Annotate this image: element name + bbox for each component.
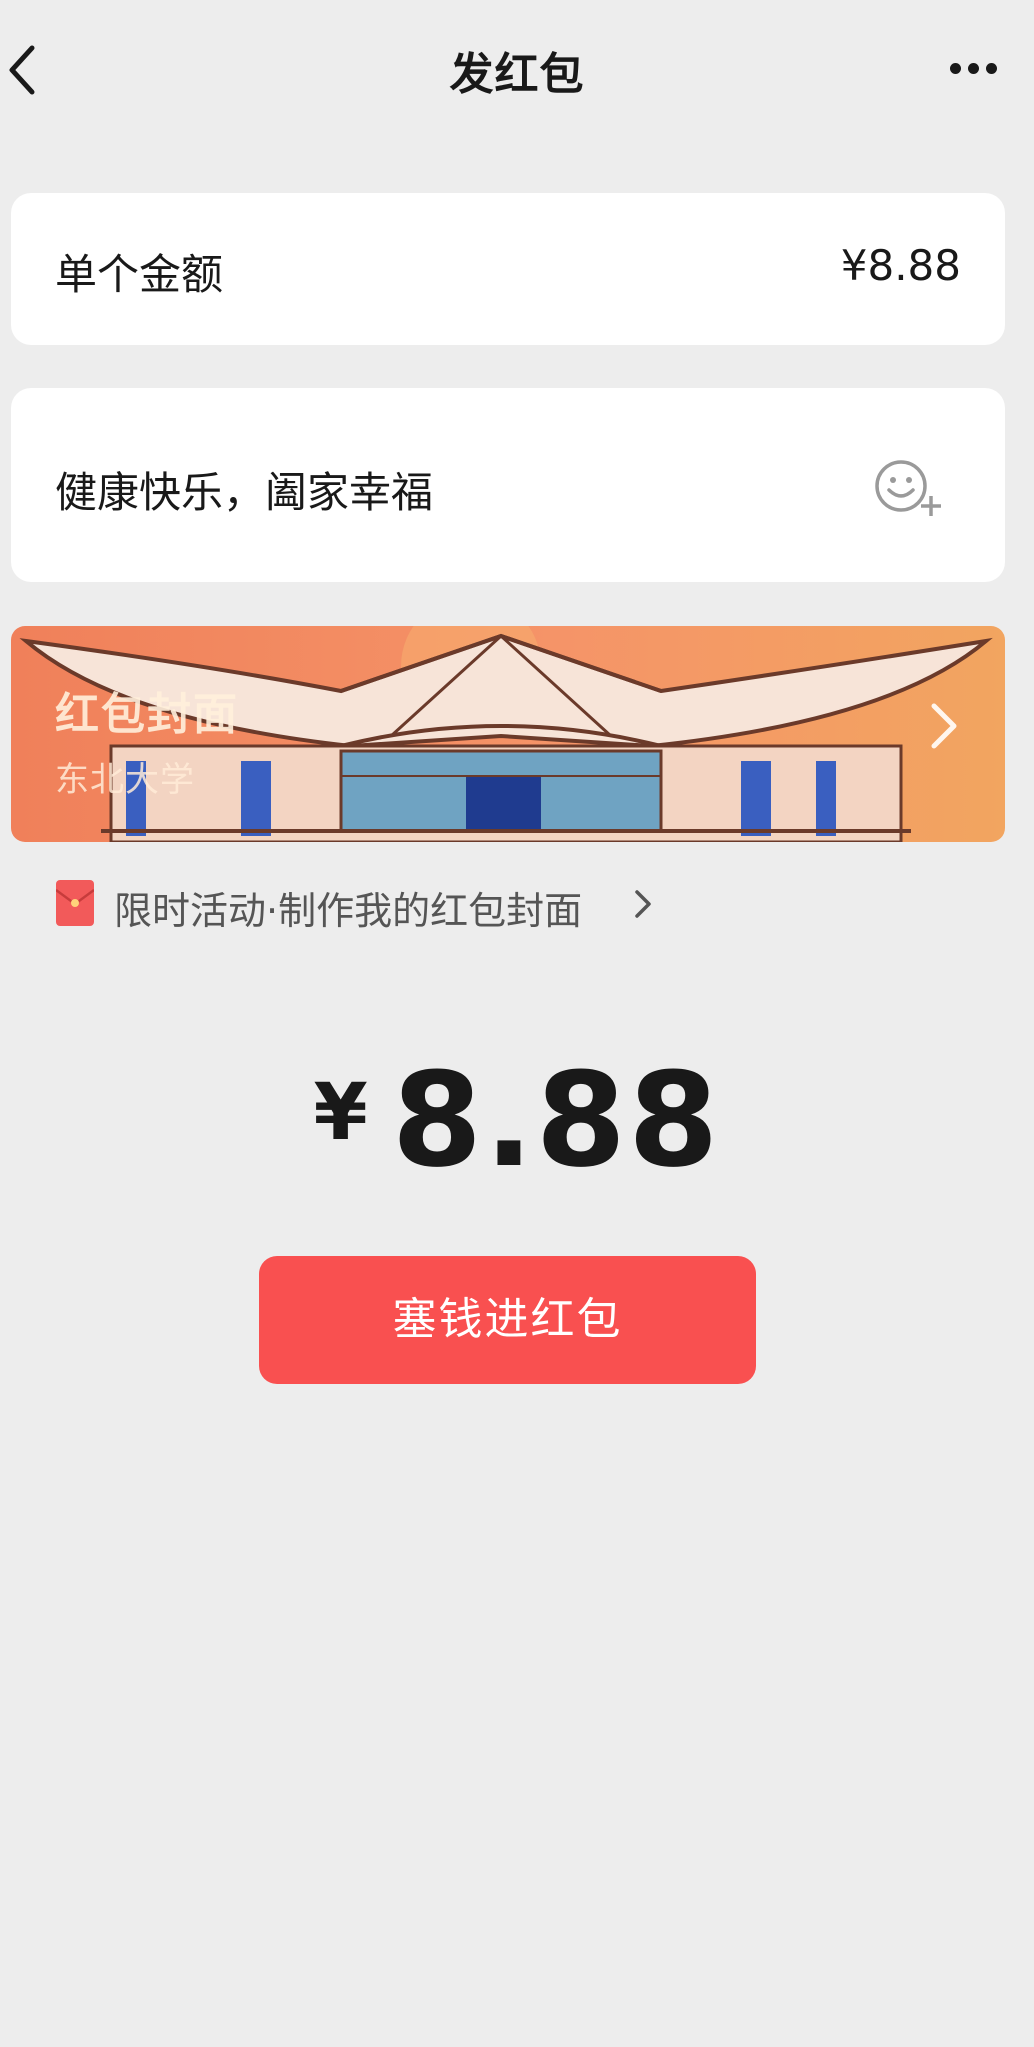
cover-subtitle: 东北大学	[55, 760, 195, 800]
more-icon	[950, 63, 961, 74]
promo-text: 限时活动·制作我的红包封面	[114, 889, 583, 933]
emoji-button[interactable]	[873, 456, 949, 520]
cover-title: 红包封面	[55, 689, 239, 740]
currency-symbol: ¥	[313, 1068, 368, 1158]
navigation-bar: 发红包	[0, 0, 1034, 140]
more-button[interactable]	[930, 44, 1010, 88]
chevron-right-icon	[635, 890, 651, 918]
chevron-right-icon	[931, 703, 957, 749]
red-envelope-icon	[56, 880, 94, 926]
amount-field[interactable]: 单个金额 ¥8.88	[11, 193, 1005, 345]
page-title: 发红包	[449, 49, 585, 100]
emoji-add-icon	[875, 460, 941, 516]
total-amount: ¥8.88	[0, 1050, 1034, 1190]
red-envelope-cover-banner[interactable]: 红包封面 东北大学	[11, 626, 1005, 842]
amount-label: 单个金额	[55, 250, 224, 299]
total-amount-value: 8.88	[391, 1044, 721, 1196]
greeting-input[interactable]: 健康快乐，阖家幸福	[55, 459, 433, 520]
send-red-envelope-button[interactable]: 塞钱进红包	[259, 1256, 756, 1384]
amount-value[interactable]: ¥8.88	[841, 241, 961, 290]
greeting-field[interactable]: 健康快乐，阖家幸福	[11, 388, 1005, 582]
